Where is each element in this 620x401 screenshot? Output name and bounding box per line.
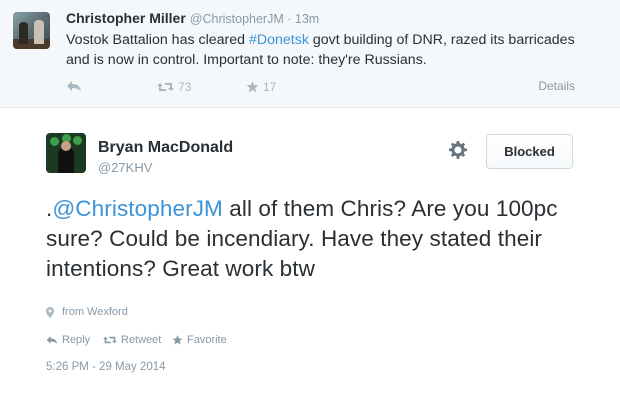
reply-icon <box>66 80 82 92</box>
retweet-icon <box>157 81 174 93</box>
mention-link[interactable]: @ChristopherJM <box>52 196 223 221</box>
favorite-label: Favorite <box>187 334 227 346</box>
reply-icon <box>46 335 58 345</box>
star-icon <box>172 335 183 345</box>
parent-author[interactable]: Christopher Miller @ChristopherJM · 13m <box>66 10 319 26</box>
retweet-label: Retweet <box>121 334 162 346</box>
parent-avatar[interactable] <box>13 12 50 49</box>
favorite-count: 17 <box>263 80 277 94</box>
location-pin-icon <box>46 306 54 318</box>
location-text[interactable]: from Wexford <box>62 306 128 318</box>
main-tweet: Bryan MacDonald @27KHV Blocked .@Christo… <box>0 108 620 401</box>
details-link[interactable]: Details <box>538 79 575 93</box>
time-separator: · <box>287 12 292 26</box>
parent-tweet[interactable]: Christopher Miller @ChristopherJM · 13m V… <box>0 0 620 108</box>
parent-favorite-button[interactable]: 17 <box>246 80 276 94</box>
retweet-count: 73 <box>178 80 192 94</box>
star-icon <box>246 81 259 93</box>
favorite-button[interactable]: Favorite <box>172 334 227 346</box>
parent-tweet-text: Vostok Battalion has cleared #Donetsk go… <box>66 30 586 70</box>
parent-retweet-button[interactable]: 73 <box>157 80 191 94</box>
main-avatar[interactable] <box>46 133 86 173</box>
gear-icon[interactable] <box>449 141 467 159</box>
retweet-icon <box>103 335 117 345</box>
tweet-timestamp[interactable]: 5:26 PM - 29 May 2014 <box>46 361 166 373</box>
reply-label: Reply <box>62 334 91 346</box>
main-display-name[interactable]: Bryan MacDonald <box>98 139 233 157</box>
retweet-button[interactable]: Retweet <box>103 334 161 346</box>
parent-handle[interactable]: @ChristopherJM <box>190 12 284 26</box>
main-tweet-text: .@ChristopherJM all of them Chris? Are y… <box>46 194 586 284</box>
parent-text-part: Vostok Battalion has cleared <box>66 32 249 48</box>
blocked-button[interactable]: Blocked <box>486 134 573 169</box>
parent-reply-button[interactable] <box>66 80 82 92</box>
tweet-location[interactable]: from Wexford <box>46 306 128 318</box>
hashtag-link[interactable]: #Donetsk <box>249 32 309 48</box>
main-handle[interactable]: @27KHV <box>98 160 152 175</box>
parent-display-name[interactable]: Christopher Miller <box>66 10 186 26</box>
parent-timestamp[interactable]: 13m <box>295 12 319 26</box>
reply-button[interactable]: Reply <box>46 334 90 346</box>
